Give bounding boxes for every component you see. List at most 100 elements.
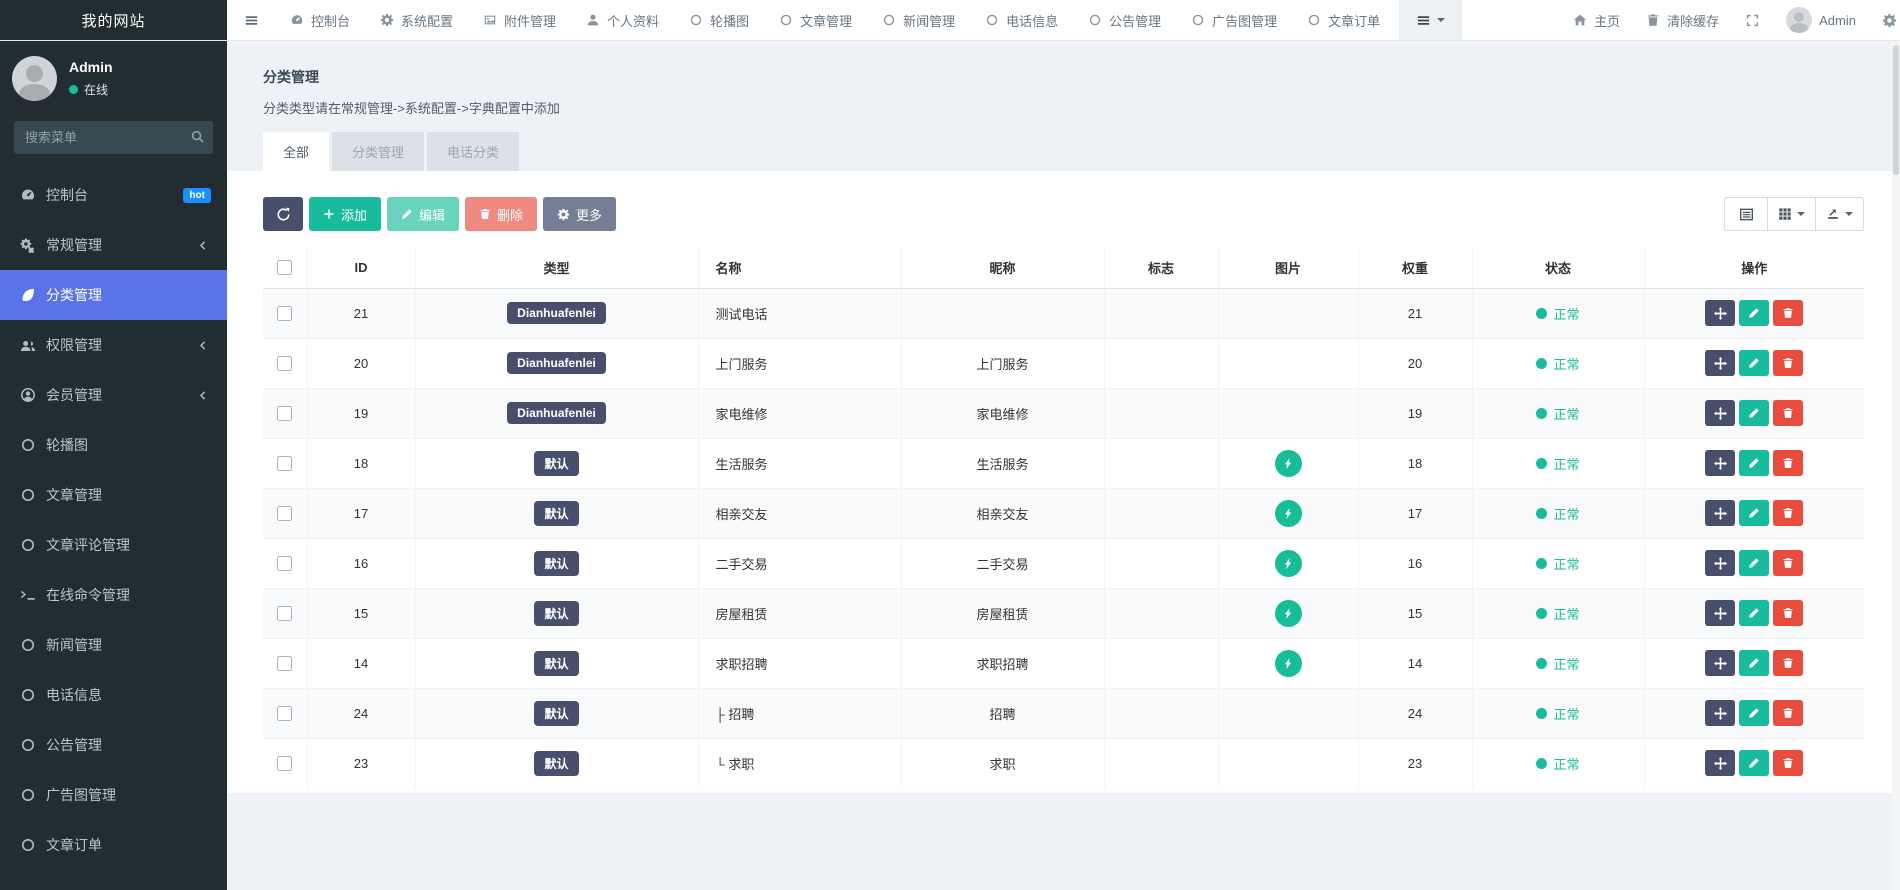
sidebar-item-carousel[interactable]: 轮播图 [0,420,227,470]
page-scrollbar[interactable] [1892,41,1900,890]
nav-item-phone-info[interactable]: 电话信息 [970,0,1073,40]
nav-overflow-dropdown[interactable] [1399,0,1462,40]
table-view-button[interactable] [1724,197,1768,231]
category-image-thumbnail[interactable] [1275,600,1302,627]
row-edit-button[interactable] [1739,750,1769,776]
category-image-thumbnail[interactable] [1275,550,1302,577]
sidebar-item-online-commands[interactable]: 在线命令管理 [0,570,227,620]
menu-search-input[interactable] [14,121,213,154]
drag-sort-button[interactable] [1705,400,1735,426]
tab-phone-category[interactable]: 电话分类 [427,132,519,171]
sidebar-item-phone-info[interactable]: 电话信息 [0,670,227,720]
nav-fullscreen-button[interactable] [1732,0,1773,40]
category-image-thumbnail[interactable] [1275,500,1302,527]
row-delete-button[interactable] [1773,450,1803,476]
row-checkbox[interactable] [277,556,292,571]
category-image-thumbnail[interactable] [1275,450,1302,477]
cell-name: 求职招聘 [698,638,901,688]
nav-home-link[interactable]: 主页 [1560,0,1633,40]
row-checkbox[interactable] [277,306,292,321]
sidebar-item-news[interactable]: 新闻管理 [0,620,227,670]
search-icon[interactable] [190,129,205,149]
nav-item-profile[interactable]: 个人资料 [571,0,674,40]
row-checkbox[interactable] [277,606,292,621]
nav-item-ad-images[interactable]: 广告图管理 [1176,0,1292,40]
row-edit-button[interactable] [1739,650,1769,676]
row-delete-button[interactable] [1773,600,1803,626]
drag-sort-button[interactable] [1705,350,1735,376]
row-checkbox[interactable] [277,506,292,521]
drag-sort-button[interactable] [1705,700,1735,726]
nav-item-carousel[interactable]: 轮播图 [674,0,764,40]
drag-sort-button[interactable] [1705,300,1735,326]
cell-actions [1644,688,1864,738]
row-delete-button[interactable] [1773,300,1803,326]
nav-item-attachments[interactable]: 附件管理 [468,0,571,40]
add-button[interactable]: 添加 [309,197,381,231]
more-button[interactable]: 更多 [543,197,616,231]
sidebar-item-permissions[interactable]: 权限管理 [0,320,227,370]
row-edit-button[interactable] [1739,600,1769,626]
sidebar-toggle-button[interactable] [227,0,275,40]
drag-sort-button[interactable] [1705,450,1735,476]
nav-item-console[interactable]: 控制台 [275,0,365,40]
row-checkbox[interactable] [277,356,292,371]
sidebar-item-general-management[interactable]: 常规管理 [0,220,227,270]
drag-sort-button[interactable] [1705,600,1735,626]
category-image-thumbnail[interactable] [1275,650,1302,677]
row-delete-button[interactable] [1773,400,1803,426]
app-logo[interactable]: 我的网站 [0,0,227,40]
row-delete-button[interactable] [1773,550,1803,576]
sidebar-item-announcements[interactable]: 公告管理 [0,720,227,770]
row-edit-button[interactable] [1739,350,1769,376]
row-delete-button[interactable] [1773,700,1803,726]
row-delete-button[interactable] [1773,500,1803,526]
row-delete-button[interactable] [1773,650,1803,676]
edit-button[interactable]: 编辑 [387,197,459,231]
row-edit-button[interactable] [1739,550,1769,576]
tab-all[interactable]: 全部 [263,132,329,171]
row-checkbox[interactable] [277,456,292,471]
status-badge: 正常 [1536,554,1579,573]
drag-sort-button[interactable] [1705,550,1735,576]
row-checkbox[interactable] [277,656,292,671]
row-checkbox[interactable] [277,406,292,421]
row-edit-button[interactable] [1739,400,1769,426]
sidebar-item-article-orders[interactable]: 文章订单 [0,820,227,870]
scrollbar-thumb[interactable] [1893,45,1899,175]
nav-item-articles[interactable]: 文章管理 [764,0,867,40]
nav-user-menu[interactable]: Admin [1773,0,1869,40]
row-checkbox[interactable] [277,706,292,721]
row-edit-button[interactable] [1739,700,1769,726]
add-button-label: 添加 [341,205,367,224]
nav-item-system-config[interactable]: 系统配置 [365,0,468,40]
type-badge: 默认 [534,551,578,576]
tab-category-management[interactable]: 分类管理 [332,132,424,171]
delete-button[interactable]: 删除 [465,197,537,231]
refresh-button[interactable] [263,197,303,231]
sidebar-item-articles[interactable]: 文章管理 [0,470,227,520]
row-checkbox[interactable] [277,756,292,771]
row-edit-button[interactable] [1739,450,1769,476]
nav-item-article-orders[interactable]: 文章订单 [1292,0,1395,40]
drag-sort-button[interactable] [1705,650,1735,676]
row-delete-button[interactable] [1773,350,1803,376]
drag-sort-button[interactable] [1705,500,1735,526]
sidebar-item-members[interactable]: 会员管理 [0,370,227,420]
row-edit-button[interactable] [1739,300,1769,326]
caret-down-icon [1437,18,1445,22]
sidebar-item-console[interactable]: 控制台 hot [0,170,227,220]
select-all-checkbox[interactable] [277,260,292,275]
row-edit-button[interactable] [1739,500,1769,526]
nav-clear-cache-button[interactable]: 清除缓存 [1633,0,1732,40]
sidebar-item-ad-images[interactable]: 广告图管理 [0,770,227,820]
row-delete-button[interactable] [1773,750,1803,776]
nav-item-news[interactable]: 新闻管理 [867,0,970,40]
columns-toggle-button[interactable] [1767,197,1816,231]
drag-sort-button[interactable] [1705,750,1735,776]
sidebar-item-category-management[interactable]: 分类管理 [0,270,227,320]
sidebar-item-article-comments[interactable]: 文章评论管理 [0,520,227,570]
nav-settings-button[interactable] [1869,0,1900,40]
nav-item-announcements[interactable]: 公告管理 [1073,0,1176,40]
export-button[interactable] [1815,197,1864,231]
